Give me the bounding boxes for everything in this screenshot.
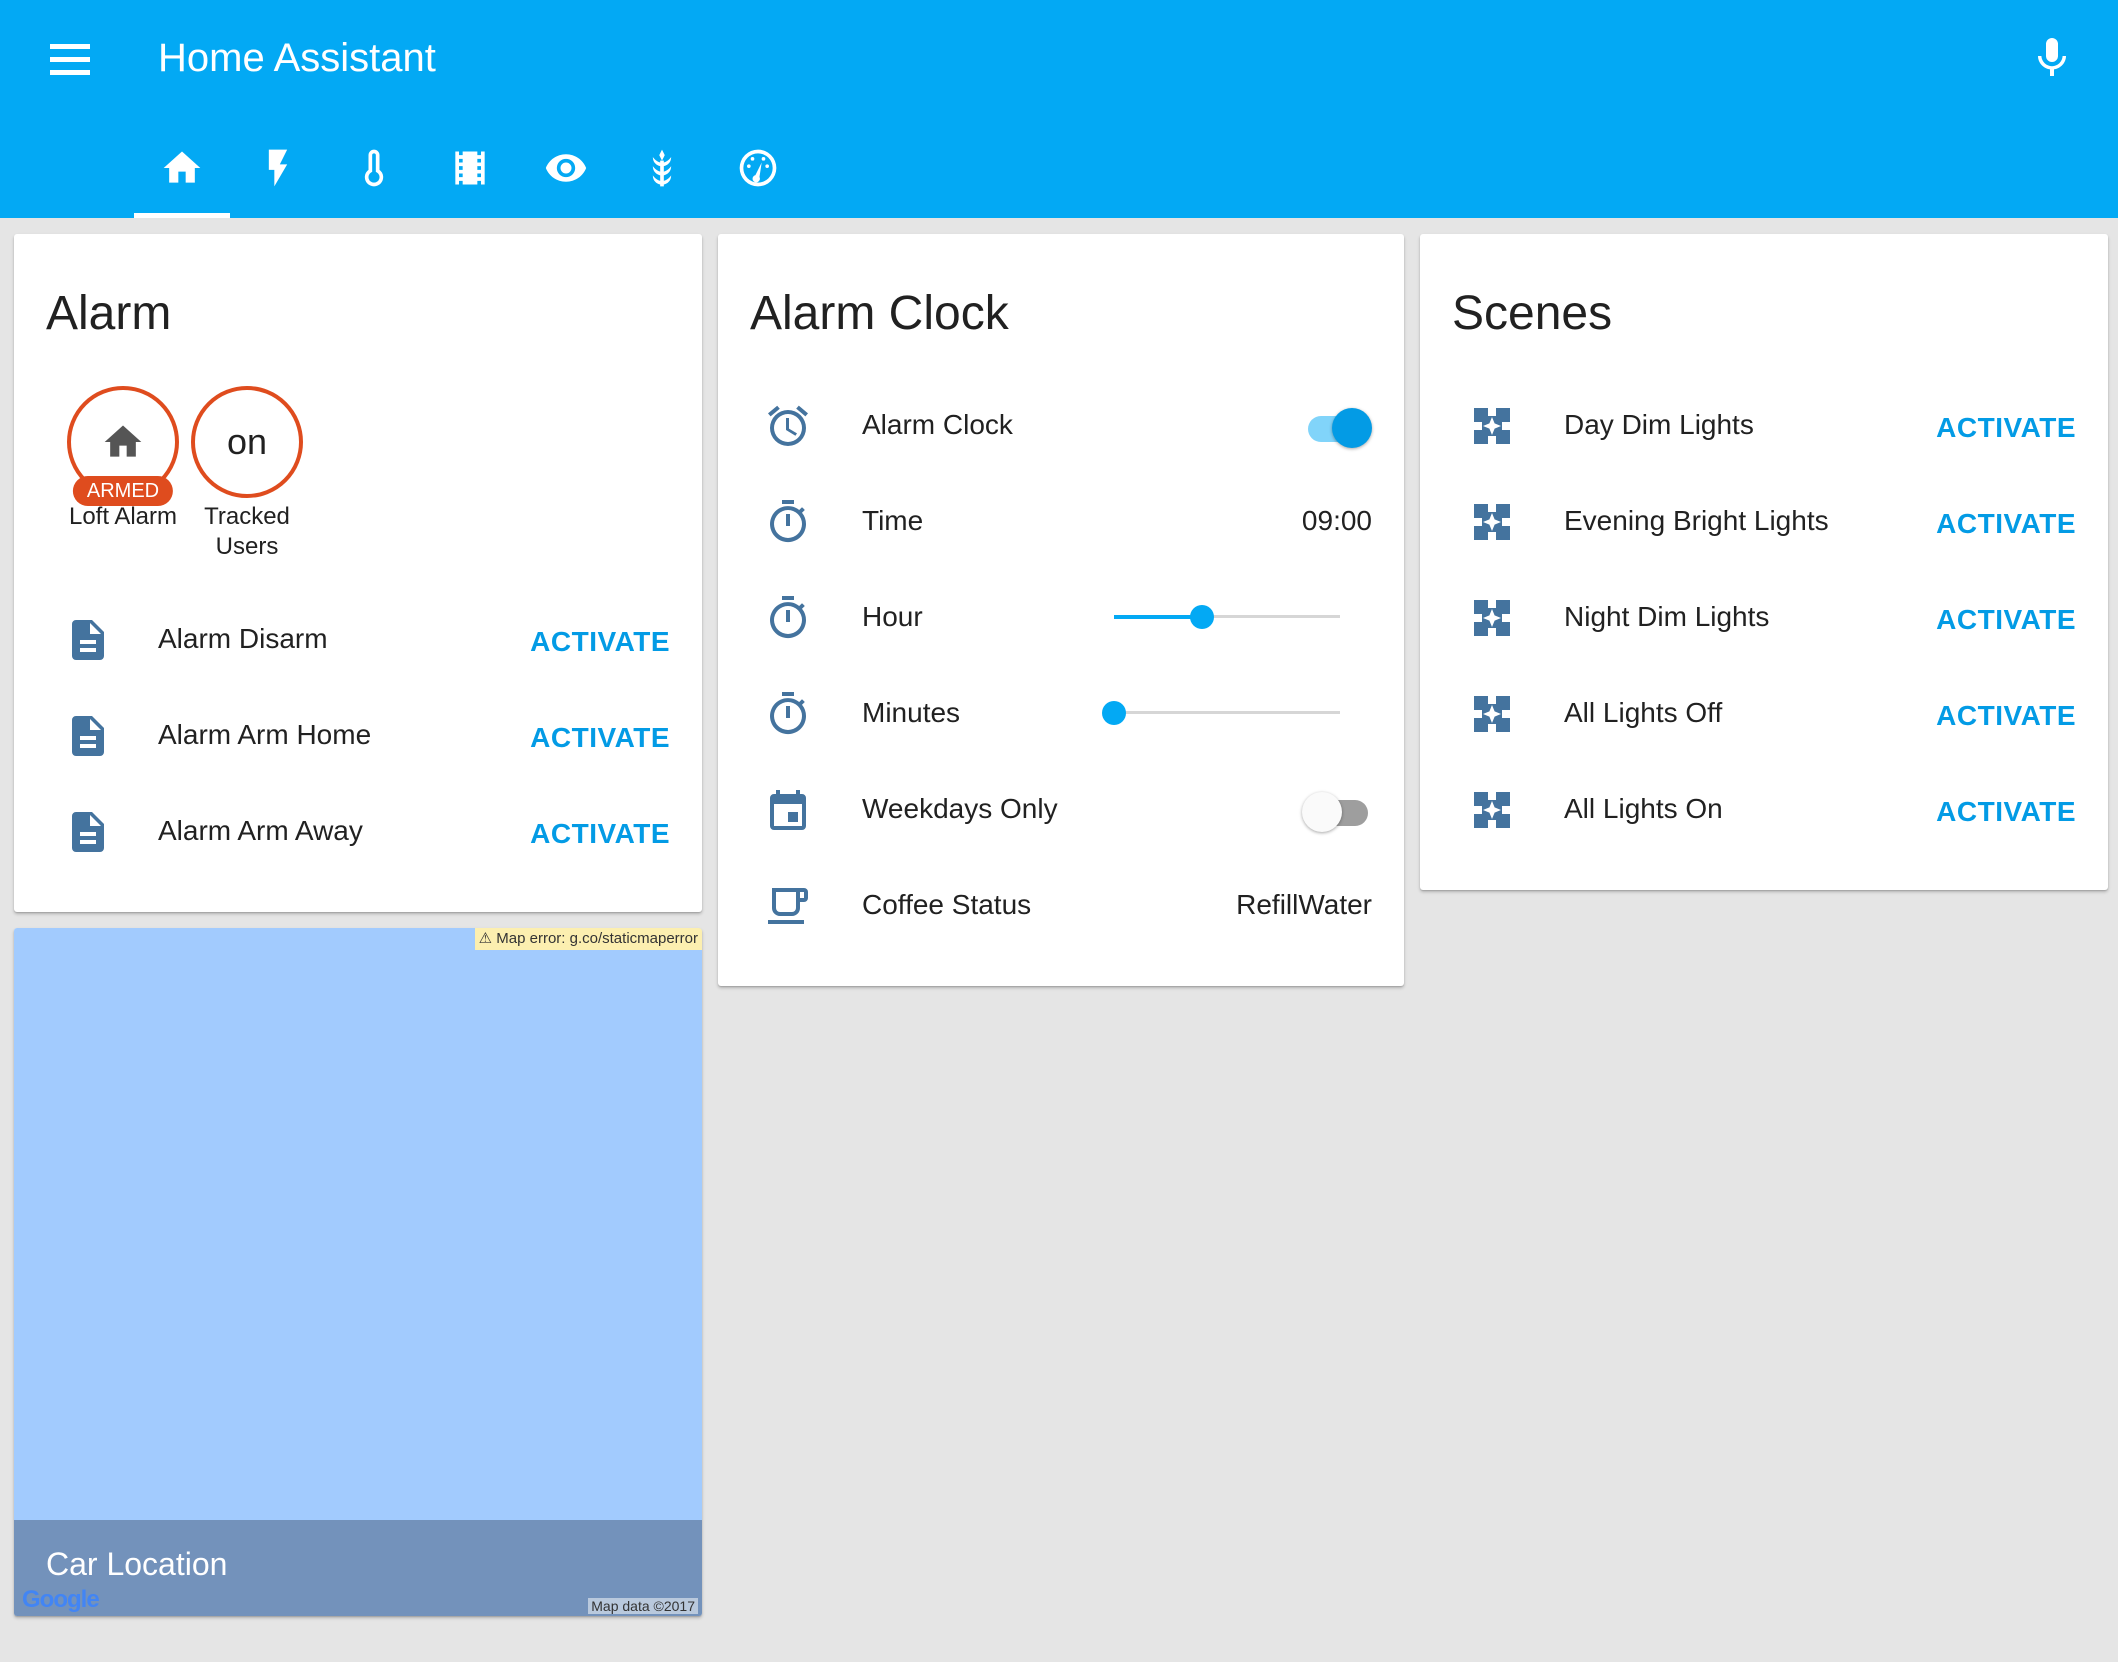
list-item: Alarm Clock — [718, 390, 1404, 460]
scene-icon — [1474, 504, 1510, 540]
activate-button[interactable]: ACTIVATE — [530, 816, 670, 852]
entity-label: Alarm Clock — [862, 409, 1013, 440]
gauge-icon — [739, 149, 777, 187]
entity-label: Weekdays Only — [862, 793, 1058, 824]
film-icon — [455, 151, 485, 185]
list-item: Alarm Arm Home ACTIVATE — [14, 700, 702, 770]
calendar-icon — [770, 790, 806, 830]
tab-media[interactable] — [422, 130, 518, 218]
app-header: Home Assistant — [0, 0, 2118, 218]
list-item: Night Dim Lights ACTIVATE — [1420, 582, 2108, 652]
weekdays-only-toggle[interactable] — [1302, 788, 1374, 832]
script-label: Alarm Arm Home — [158, 719, 372, 750]
tab-security[interactable] — [518, 130, 614, 218]
list-item: Coffee Status RefillWater — [718, 870, 1404, 940]
activate-button[interactable]: ACTIVATE — [530, 624, 670, 660]
coffee-status-value: RefillWater — [1236, 889, 1372, 920]
time-value: 09:00 — [1301, 505, 1372, 536]
eye-icon — [545, 154, 587, 182]
badge-label: Tracked Users — [204, 503, 290, 560]
scene-label: All Lights Off — [1564, 697, 1723, 728]
scene-label: Day Dim Lights — [1564, 409, 1754, 440]
activate-button[interactable]: ACTIVATE — [1936, 794, 2076, 830]
status-badge: ARMED — [72, 476, 174, 506]
timer-icon — [770, 500, 807, 543]
list-item: Minutes — [718, 678, 1404, 748]
activate-button[interactable]: ACTIVATE — [1936, 602, 2076, 638]
tab-climate[interactable] — [326, 130, 422, 218]
coffee-icon — [768, 888, 808, 924]
list-item: Alarm Disarm ACTIVATE — [14, 604, 702, 674]
list-item: Evening Bright Lights ACTIVATE — [1420, 486, 2108, 556]
hour-slider[interactable] — [1114, 602, 1340, 632]
map-card: ⚠ Map error: g.co/staticmaperror Car Loc… — [14, 928, 702, 1616]
alarm-clock-icon — [768, 405, 808, 446]
tab-home[interactable] — [134, 130, 230, 218]
timer-icon — [770, 596, 807, 639]
list-item: All Lights On ACTIVATE — [1420, 774, 2108, 844]
menu-icon[interactable] — [44, 38, 96, 78]
thermometer-icon — [364, 149, 384, 187]
plant-icon — [652, 149, 672, 187]
microphone-icon[interactable] — [2028, 34, 2076, 82]
list-item: Hour — [718, 582, 1404, 652]
activate-button[interactable]: ACTIVATE — [1936, 506, 2076, 542]
script-icon — [72, 620, 104, 660]
app-title: Home Assistant — [158, 36, 436, 80]
scene-icon — [1474, 696, 1510, 732]
script-icon — [72, 716, 104, 756]
scene-icon — [1474, 792, 1510, 828]
scene-label: Night Dim Lights — [1564, 601, 1770, 632]
scene-label: Evening Bright Lights — [1564, 505, 1829, 536]
list-item: All Lights Off ACTIVATE — [1420, 678, 2108, 748]
list-item: Time 09:00 — [718, 486, 1404, 556]
scene-icon — [1474, 408, 1510, 444]
map-error: ⚠ Map error: g.co/staticmaperror — [474, 928, 702, 950]
minutes-slider[interactable] — [1102, 698, 1340, 728]
warning-icon: ⚠ — [478, 930, 493, 947]
badge-tracked-users[interactable]: on Tracked Users — [174, 386, 320, 562]
script-label: Alarm Disarm — [158, 623, 328, 654]
scenes-card: Scenes Day Dim Lights ACTIVATE Evening B… — [1420, 234, 2108, 890]
entity-label: Time — [862, 505, 924, 536]
alarm-clock-card: Alarm Clock Alarm Clock Time 09:00 Hour … — [718, 234, 1404, 986]
home-icon — [163, 151, 201, 183]
tab-garden[interactable] — [614, 130, 710, 218]
script-icon — [72, 812, 104, 852]
entity-label: Coffee Status — [862, 889, 1032, 920]
timer-icon — [770, 692, 807, 735]
activate-button[interactable]: ACTIVATE — [530, 720, 670, 756]
entity-label: Hour — [862, 601, 923, 632]
script-label: Alarm Arm Away — [158, 815, 363, 846]
tab-system[interactable] — [710, 130, 806, 218]
map-error-text: Map error: g.co/staticmaperror — [496, 930, 698, 947]
activate-button[interactable]: ACTIVATE — [1936, 698, 2076, 734]
card-title: Alarm Clock — [750, 287, 1009, 340]
activate-button[interactable]: ACTIVATE — [1936, 410, 2076, 446]
scene-icon — [1474, 600, 1510, 636]
map-image[interactable] — [14, 928, 702, 1616]
google-logo: Google — [22, 1586, 100, 1613]
home-icon — [104, 425, 142, 457]
alarm-card: Alarm ARMED Loft Alarm on Tracked Users … — [14, 234, 702, 912]
scene-label: All Lights On — [1564, 793, 1723, 824]
entity-label: Minutes — [862, 697, 961, 728]
map-attribution: Map data ©2017 — [588, 1598, 698, 1614]
list-item: Day Dim Lights ACTIVATE — [1420, 390, 2108, 460]
tab-energy[interactable] — [230, 130, 326, 218]
card-title: Alarm — [46, 287, 172, 340]
badge-value: on — [191, 386, 303, 498]
card-title: Scenes — [1452, 287, 1613, 340]
alarm-clock-toggle[interactable] — [1302, 404, 1374, 448]
flash-icon — [268, 149, 288, 187]
list-item: Alarm Arm Away ACTIVATE — [14, 796, 702, 866]
card-title: Car Location — [46, 1546, 228, 1582]
list-item: Weekdays Only — [718, 774, 1404, 844]
